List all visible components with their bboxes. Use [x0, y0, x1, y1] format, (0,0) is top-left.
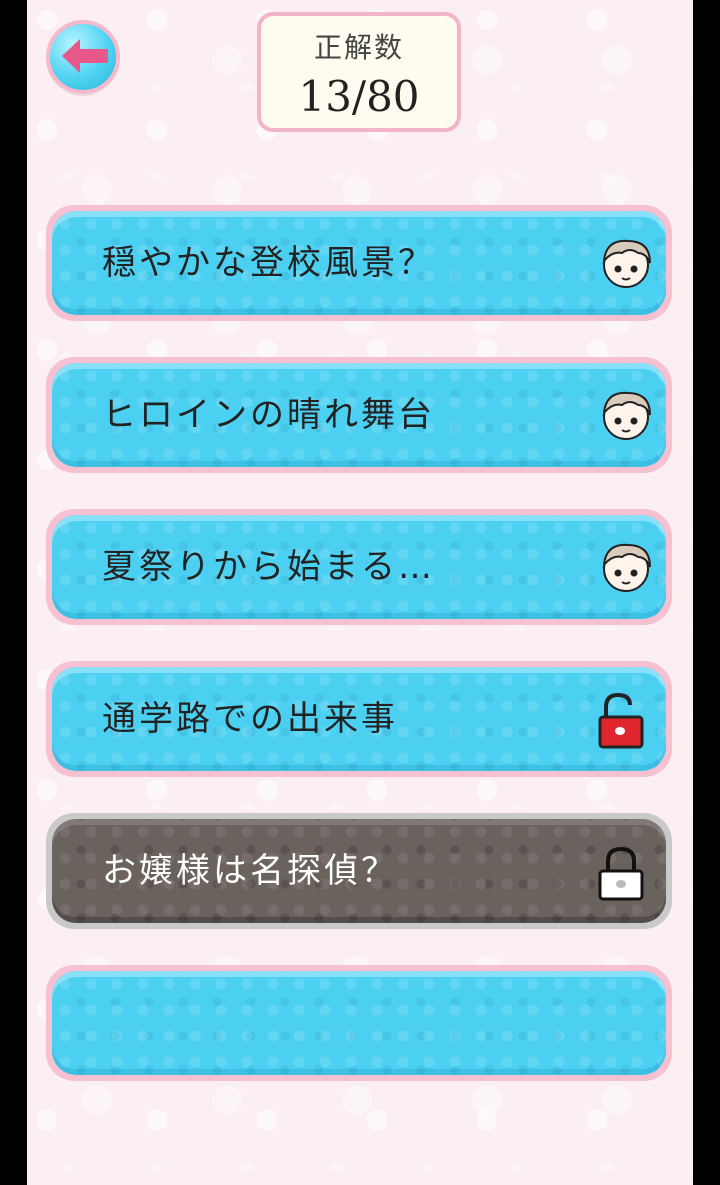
- stage-title: 通学路での出来事: [102, 699, 398, 739]
- stage-item-3[interactable]: 夏祭りから始まる…: [46, 509, 672, 625]
- back-button[interactable]: [46, 20, 120, 94]
- stage-title: 夏祭りから始まる…: [102, 547, 435, 587]
- stage-item-6[interactable]: [46, 965, 672, 1081]
- stage-title: お嬢様は名探偵？: [102, 851, 398, 891]
- character-face-icon: [602, 543, 651, 592]
- stage-item-2[interactable]: ヒロインの晴れ舞台: [46, 357, 672, 473]
- stage-item-5[interactable]: お嬢様は名探偵？: [46, 813, 672, 929]
- unlocked-padlock-icon: [598, 693, 644, 749]
- stage-item-4[interactable]: 通学路での出来事: [46, 661, 672, 777]
- score-label: 正解数: [313, 31, 404, 64]
- locked-padlock-icon: [598, 846, 644, 901]
- stage-item-1[interactable]: 穏やかな登校風景？: [46, 205, 672, 321]
- character-face-icon: [602, 391, 651, 440]
- stage-title: ヒロインの晴れ舞台: [102, 395, 435, 435]
- score-value: 13/80: [298, 72, 420, 121]
- back-arrow-icon: [62, 39, 108, 73]
- score-panel: 正解数 13/80: [257, 12, 461, 132]
- stage-title: 穏やかな登校風景？: [102, 243, 435, 283]
- character-face-icon: [602, 239, 651, 288]
